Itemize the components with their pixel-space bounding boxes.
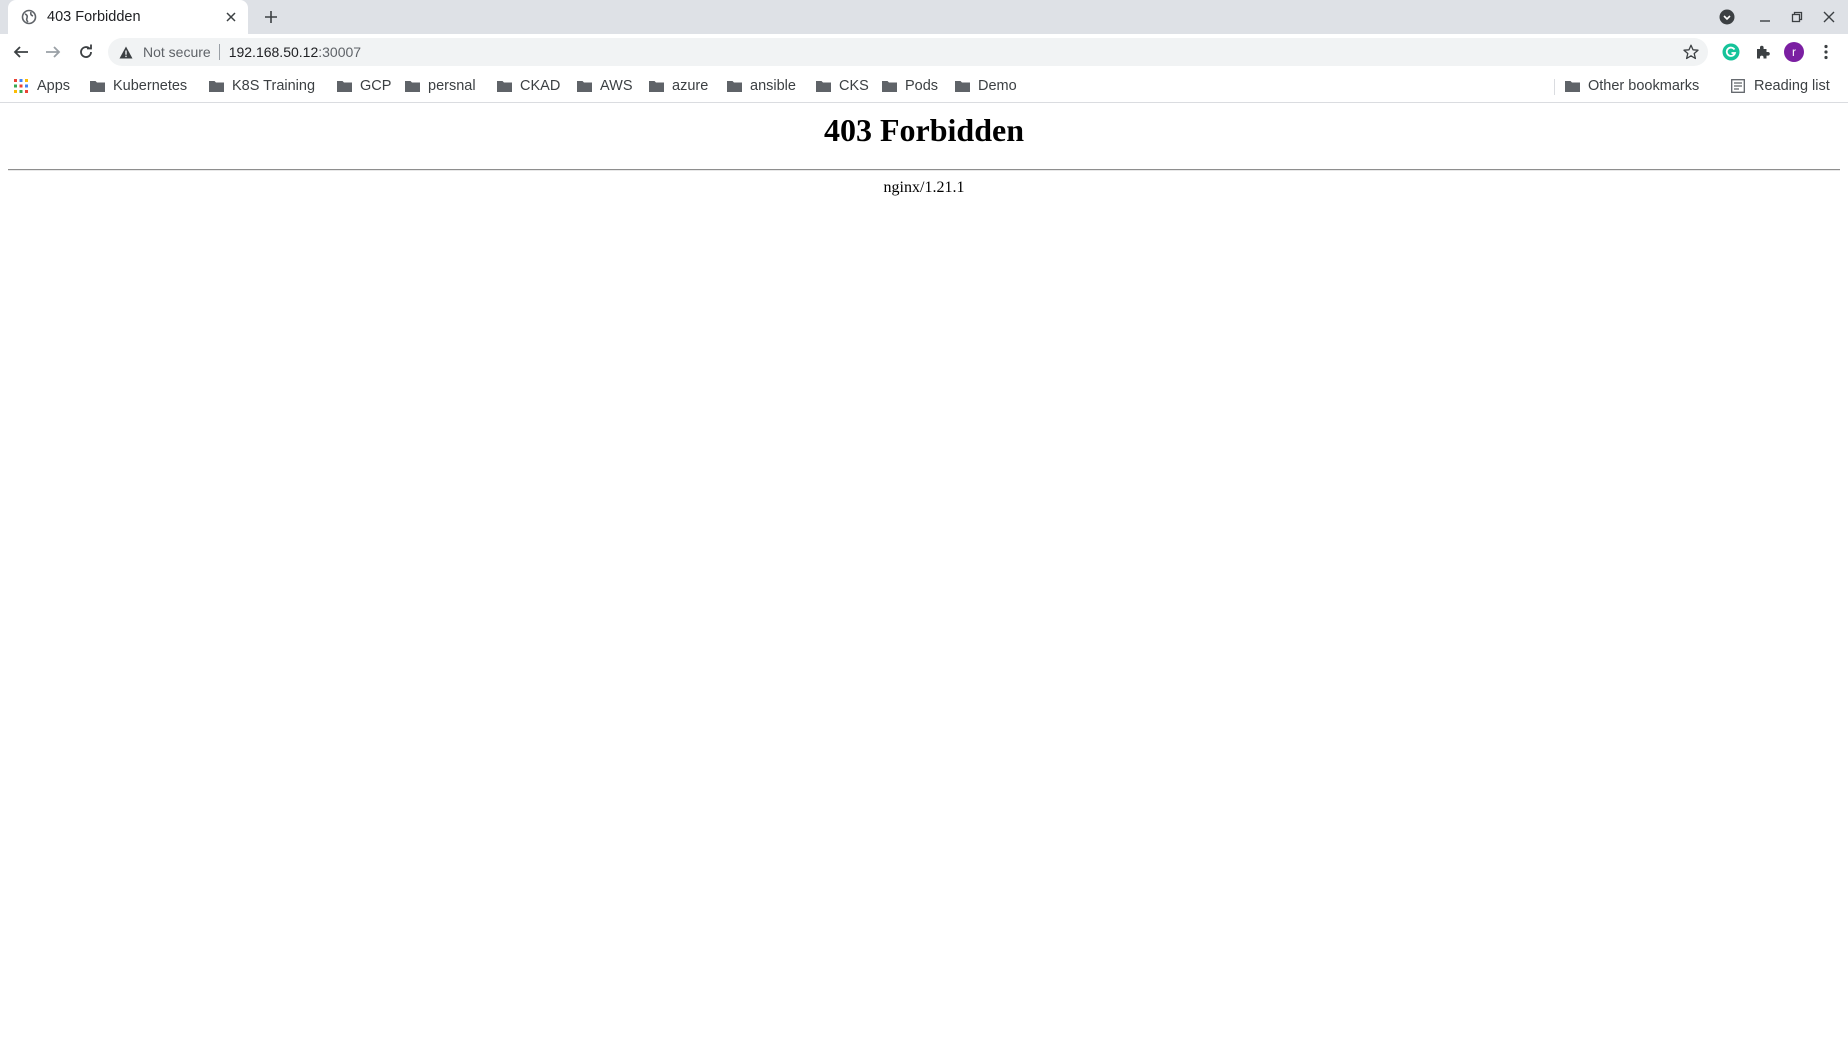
bookmark-label: CKAD	[520, 78, 561, 94]
bookmark-folder-cks[interactable]: CKS	[815, 74, 869, 98]
bookmark-star-icon[interactable]	[1682, 43, 1700, 61]
plus-icon	[265, 11, 277, 23]
folder-icon	[726, 78, 742, 94]
new-tab-button[interactable]	[259, 5, 283, 29]
profile-avatar-button[interactable]: r	[1783, 41, 1805, 63]
security-status[interactable]: Not secure	[143, 44, 211, 60]
bookmark-label: K8S Training	[232, 78, 316, 94]
bookmark-folder-gcp[interactable]: GCP	[336, 74, 391, 98]
page-content: 403 Forbidden nginx/1.21.1	[0, 104, 1848, 1053]
bookmark-label: GCP	[360, 78, 392, 94]
bookmarks-divider	[1554, 79, 1555, 95]
tab-title: 403 Forbidden	[47, 9, 141, 25]
bookmark-folder-kubernetes[interactable]: Kubernetes	[89, 74, 187, 98]
arrow-left-icon	[13, 46, 28, 58]
chevron-down-icon	[1719, 9, 1735, 25]
bookmark-label: Demo	[978, 78, 1017, 94]
reload-icon	[80, 44, 92, 58]
reload-button[interactable]	[74, 40, 98, 64]
folder-icon	[954, 78, 970, 94]
reading-list-button[interactable]: Reading list	[1730, 74, 1830, 98]
separator	[218, 44, 220, 60]
bookmarks-bar: Apps Kubernetes K8S Training GCP persnal…	[0, 70, 1848, 103]
bookmark-label: Pods	[905, 78, 939, 94]
browser-tab[interactable]: 403 Forbidden	[8, 0, 248, 34]
url-host: 192.168.50.12	[228, 44, 319, 60]
bookmark-folder-persnal[interactable]: persnal	[404, 74, 476, 98]
grammarly-extension-icon[interactable]	[1720, 41, 1742, 63]
back-button[interactable]	[9, 40, 33, 64]
bookmark-folder-azure[interactable]: azure	[648, 74, 708, 98]
menu-kebab-icon[interactable]	[1815, 41, 1837, 63]
bookmark-label: Apps	[37, 78, 71, 94]
avatar: r	[1784, 42, 1804, 62]
warning-icon[interactable]	[118, 44, 134, 60]
bookmark-label: persnal	[428, 78, 476, 94]
folder-icon	[648, 78, 664, 94]
url-port: :30007	[318, 44, 362, 60]
other-bookmarks-folder[interactable]: Other bookmarks	[1564, 74, 1699, 98]
bookmark-folder-ckad[interactable]: CKAD	[496, 74, 560, 98]
globe-icon	[20, 8, 38, 26]
bookmark-label: ansible	[750, 78, 796, 94]
tab-strip: 403 Forbidden	[0, 0, 1848, 34]
forward-button[interactable]	[41, 40, 65, 64]
folder-icon	[89, 78, 105, 94]
folder-icon	[881, 78, 897, 94]
reading-list-icon	[1730, 78, 1746, 94]
bookmark-label: azure	[672, 78, 709, 94]
bookmark-label: AWS	[600, 78, 633, 94]
tab-search-button[interactable]	[1715, 5, 1739, 29]
minimize-icon	[1760, 20, 1770, 22]
close-window-button[interactable]	[1817, 5, 1841, 29]
bookmark-folder-k8s-training[interactable]: K8S Training	[208, 74, 315, 98]
bookmark-folder-aws[interactable]: AWS	[576, 74, 633, 98]
server-signature: nginx/1.21.1	[883, 179, 965, 196]
folder-icon	[404, 78, 420, 94]
bookmark-folder-pods[interactable]: Pods	[881, 74, 938, 98]
extensions-puzzle-icon[interactable]	[1752, 41, 1774, 63]
close-icon	[1823, 11, 1835, 23]
apps-grid-icon	[13, 78, 29, 94]
bookmark-folder-ansible[interactable]: ansible	[726, 74, 796, 98]
restore-button[interactable]	[1785, 5, 1809, 29]
other-bookmarks-label: Other bookmarks	[1588, 78, 1700, 94]
url-text[interactable]: 192.168.50.12:30007	[229, 44, 361, 60]
bookmark-apps[interactable]: Apps	[13, 74, 70, 98]
restore-icon	[1791, 11, 1803, 23]
folder-icon	[496, 78, 512, 94]
folder-icon	[815, 78, 831, 94]
minimize-button[interactable]	[1753, 5, 1777, 29]
reading-list-label: Reading list	[1754, 78, 1830, 94]
bookmark-folder-demo[interactable]: Demo	[954, 74, 1017, 98]
browser-toolbar: Not secure 192.168.50.12:30007 r	[0, 34, 1848, 70]
divider	[8, 169, 1840, 171]
folder-icon	[1564, 78, 1580, 94]
arrow-right-icon	[46, 46, 61, 58]
page-title: 403 Forbidden	[823, 112, 1025, 148]
bookmark-label: Kubernetes	[113, 78, 188, 94]
folder-icon	[336, 78, 352, 94]
close-icon[interactable]	[222, 8, 240, 26]
folder-icon	[208, 78, 224, 94]
address-bar[interactable]: Not secure 192.168.50.12:30007	[108, 38, 1708, 66]
folder-icon	[576, 78, 592, 94]
bookmark-label: CKS	[839, 78, 869, 94]
